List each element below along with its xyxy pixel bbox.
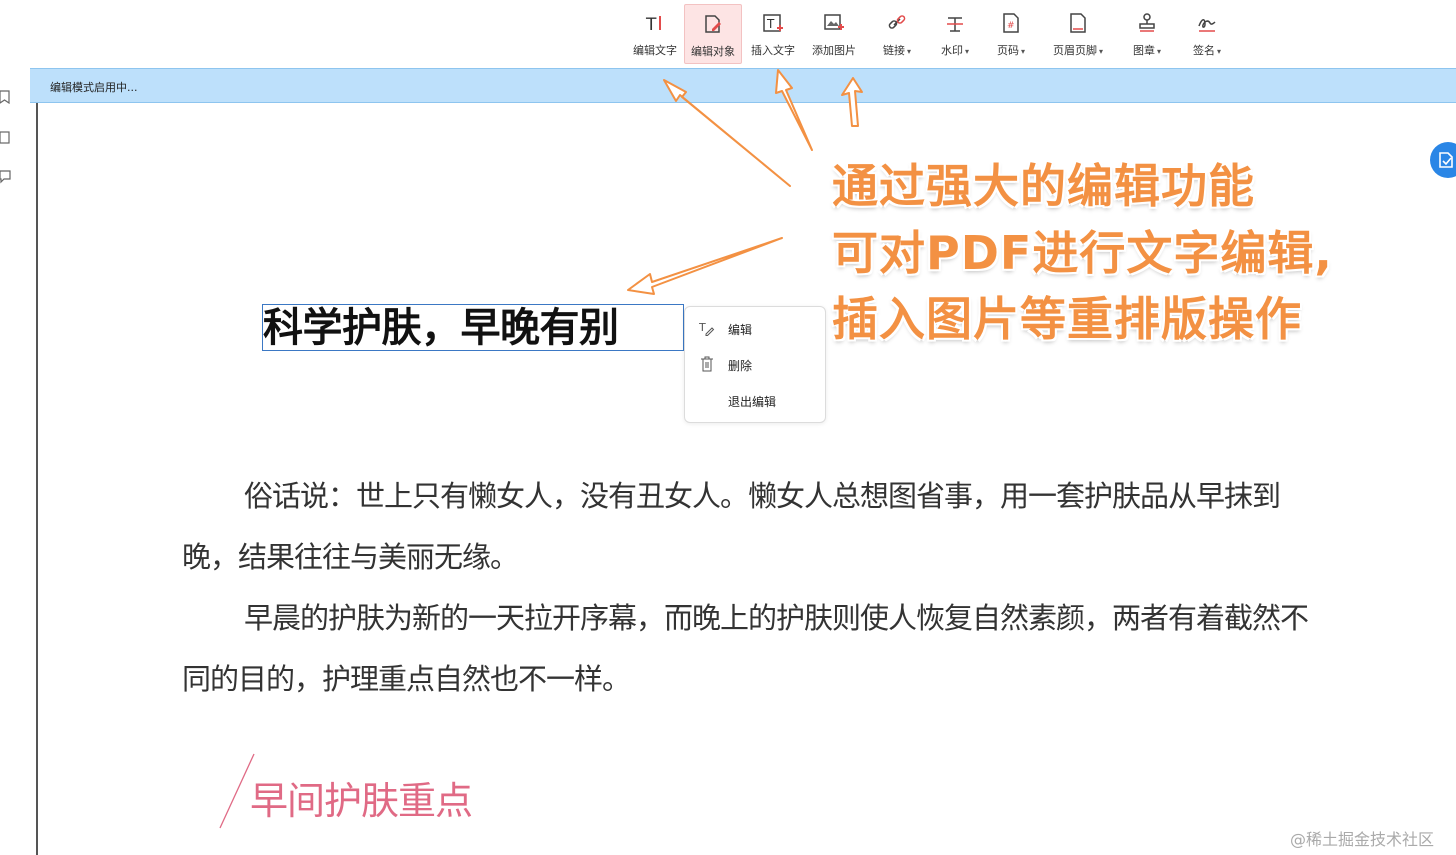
bookmark-icon[interactable] <box>0 90 12 104</box>
tool-header-footer[interactable]: 页眉页脚 ▾ <box>1044 4 1112 64</box>
floating-action-button[interactable] <box>1430 142 1456 178</box>
edit-text-icon: T <box>645 15 661 34</box>
thumbnails-icon[interactable] <box>0 130 12 144</box>
tool-label: 水印 ▾ <box>940 44 969 57</box>
chevron-down-icon: ▾ <box>906 47 911 56</box>
chevron-down-icon: ▾ <box>1216 47 1221 56</box>
chevron-down-icon: ▾ <box>1156 47 1161 56</box>
menu-item-delete[interactable]: 删除 <box>685 349 825 379</box>
arrow-to-title <box>627 237 783 295</box>
header-footer-icon <box>1070 13 1086 33</box>
tool-add-image[interactable]: 添加图片 <box>806 4 862 64</box>
menu-item-edit[interactable]: T 编辑 <box>685 313 825 343</box>
context-menu: T 编辑 删除 退出编辑 <box>684 306 826 423</box>
chevron-down-icon: ▾ <box>964 47 969 56</box>
chevron-down-icon: ▾ <box>1020 47 1025 56</box>
watermark-text: @稀土掘金技术社区 <box>1290 830 1435 849</box>
link-icon <box>888 15 906 29</box>
tool-edit-object[interactable]: 编辑对象 <box>684 4 742 64</box>
page-number-icon: # <box>1003 13 1019 33</box>
annotation-line: 通过强大的编辑功能 <box>832 159 1255 213</box>
chevron-down-icon: ▾ <box>1098 47 1103 56</box>
signature-icon <box>1198 19 1216 32</box>
tool-stamp[interactable]: 图章 ▾ <box>1122 4 1172 64</box>
paragraph-text[interactable]: 俗话说：世上只有懒女人，没有丑女人。懒女人总想图省事，用一套护肤品从早抹到晚，结… <box>182 466 1322 588</box>
left-side-panel <box>0 68 14 855</box>
insert-text-icon: T <box>763 14 783 32</box>
svg-text:#: # <box>1007 21 1015 31</box>
tool-label: 编辑对象 <box>691 45 735 58</box>
comment-icon[interactable] <box>0 170 12 184</box>
edit-toolbar: T 编辑文字 编辑对象 T 插入文字 添加图片 链接 ▾ 水印 ▾ # 页码 ▾… <box>0 0 1456 67</box>
tool-link[interactable]: 链接 ▾ <box>872 4 922 64</box>
edit-pen-icon: T <box>699 321 715 336</box>
edit-mode-status-bar: 编辑模式启用中... <box>30 68 1456 103</box>
tool-label: 添加图片 <box>812 44 856 57</box>
status-text: 编辑模式启用中... <box>50 81 138 94</box>
menu-item-label: 退出编辑 <box>728 395 777 409</box>
selected-title-text-box[interactable]: 科学护肤，早晚有别 <box>262 304 684 351</box>
annotation-arrows <box>627 69 863 295</box>
tool-label: 签名 ▾ <box>1192 44 1221 57</box>
add-image-icon <box>824 14 844 30</box>
tool-label: 编辑文字 <box>633 44 677 57</box>
tool-label: 页码 ▾ <box>996 44 1025 57</box>
stamp-icon <box>1139 13 1155 32</box>
tool-insert-text[interactable]: T 插入文字 <box>745 4 801 64</box>
svg-text:T: T <box>766 17 775 31</box>
svg-text:T: T <box>645 15 657 34</box>
tool-edit-text[interactable]: T 编辑文字 <box>627 4 683 64</box>
watermark-icon <box>947 17 963 32</box>
tool-label: 页眉页脚 ▾ <box>1052 44 1103 57</box>
svg-text:T: T <box>699 321 706 334</box>
menu-item-label: 编辑 <box>728 323 753 337</box>
edit-object-icon <box>705 15 721 33</box>
annotation-line: 可对PDF进行文字编辑, <box>832 226 1333 280</box>
paragraph-text[interactable]: 早晨的护肤为新的一天拉开序幕，而晚上的护肤则使人恢复自然素颜，两者有着截然不同的… <box>182 588 1322 710</box>
tool-signature[interactable]: 签名 ▾ <box>1182 4 1232 64</box>
page-left-edge <box>36 103 38 855</box>
tool-page-number[interactable]: # 页码 ▾ <box>986 4 1036 64</box>
tool-watermark[interactable]: 水印 ▾ <box>930 4 980 64</box>
menu-item-exit-edit[interactable]: 退出编辑 <box>685 385 825 415</box>
tool-label: 图章 ▾ <box>1132 44 1161 57</box>
section-heading[interactable]: 早间护肤重点 <box>250 770 473 825</box>
tool-label: 链接 ▾ <box>882 44 911 57</box>
annotation-line: 插入图片等重排版操作 <box>832 292 1302 346</box>
menu-item-label: 删除 <box>728 359 753 373</box>
convert-icon <box>1439 152 1453 168</box>
trash-icon <box>701 356 713 372</box>
tool-label: 插入文字 <box>751 44 795 57</box>
